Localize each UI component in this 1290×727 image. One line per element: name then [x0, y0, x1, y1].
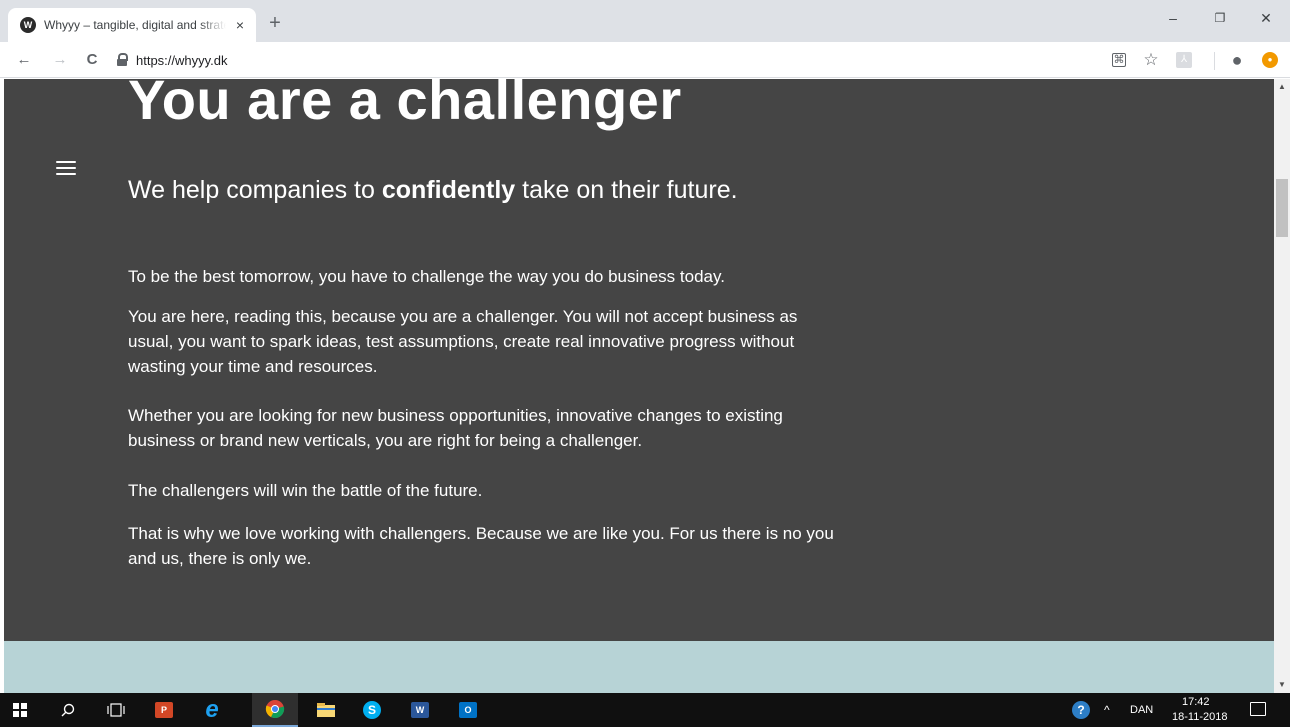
scroll-thumb[interactable]: [1276, 179, 1288, 237]
skype-icon: S: [363, 701, 381, 719]
input-language[interactable]: DAN: [1130, 704, 1153, 716]
address-bar[interactable]: https://whyyy.dk: [116, 48, 1086, 72]
word-icon: W: [411, 702, 429, 718]
window-close-button[interactable]: ✕: [1243, 8, 1289, 28]
page-viewport: You are a challenger We help companies t…: [0, 79, 1290, 693]
taskbar-chrome[interactable]: [252, 693, 298, 727]
windows-logo-icon: [13, 703, 27, 717]
outlook-icon: O: [459, 702, 477, 718]
lock-icon: [116, 53, 128, 67]
search-icon: [61, 703, 75, 717]
hamburger-menu-icon[interactable]: [56, 161, 76, 175]
new-tab-button[interactable]: +: [264, 12, 286, 34]
action-center-icon[interactable]: [1250, 702, 1266, 716]
profile-icon[interactable]: ●: [1228, 51, 1246, 69]
powerpoint-icon: P: [155, 702, 173, 718]
taskbar-word[interactable]: W: [400, 693, 440, 727]
taskbar-outlook[interactable]: O: [448, 693, 488, 727]
clock-date[interactable]: 18-11-2018: [1172, 711, 1227, 723]
subheadline-start: We help companies to: [128, 176, 382, 204]
windows-taskbar: P e S W O ? ^ DAN 17:42 18-11-2018: [0, 693, 1290, 727]
clock-time[interactable]: 17:42: [1182, 696, 1210, 708]
taskbar-file-explorer[interactable]: [306, 693, 346, 727]
chrome-icon: [265, 700, 285, 719]
scroll-up-arrow-icon[interactable]: ▲: [1274, 79, 1290, 95]
internet-explorer-icon: e: [205, 696, 219, 723]
help-tray-icon[interactable]: ?: [1072, 701, 1090, 719]
extension-icon[interactable]: ●: [1262, 52, 1278, 68]
url-text: https://whyyy.dk: [136, 52, 228, 68]
subheadline-end: take on their future.: [515, 176, 738, 204]
show-hidden-icons-chevron-icon[interactable]: ^: [1104, 703, 1110, 717]
back-button[interactable]: ←: [14, 50, 34, 70]
tab-title: Whyyy – tangible, digital and strategic: [44, 18, 226, 32]
taskbar-skype[interactable]: S: [352, 693, 392, 727]
toolbar-divider: [1214, 52, 1215, 70]
translate-icon[interactable]: ⌘: [1112, 53, 1126, 67]
browser-tab[interactable]: W Whyyy – tangible, digital and strategi…: [8, 8, 256, 42]
pdf-extension-icon[interactable]: ⅄: [1176, 52, 1192, 68]
page-subheadline: We help companies to confidently take on…: [128, 176, 738, 205]
search-button[interactable]: [48, 693, 88, 727]
taskbar-internet-explorer[interactable]: e: [192, 693, 232, 727]
maximize-button[interactable]: ❐: [1197, 8, 1243, 28]
tab-strip: W Whyyy – tangible, digital and strategi…: [0, 0, 1290, 42]
minimize-button[interactable]: –: [1150, 8, 1196, 28]
taskbar-powerpoint[interactable]: P: [144, 693, 184, 727]
intro-paragraph-5: That is why we love working with challen…: [128, 524, 834, 568]
tab-close-icon[interactable]: ×: [232, 17, 248, 33]
scroll-down-arrow-icon[interactable]: ▼: [1274, 677, 1290, 693]
intro-paragraph-1: To be the best tomorrow, you have to cha…: [128, 267, 725, 286]
site-favicon-icon: W: [20, 17, 36, 33]
browser-toolbar: ← → C https://whyyy.dk ⌘ ☆ ⅄ ● ●: [0, 42, 1290, 78]
intro-paragraph-4: The challengers will win the battle of t…: [128, 481, 483, 500]
start-button[interactable]: [0, 693, 40, 727]
folder-icon: [317, 703, 335, 717]
intro-paragraph-3: Whether you are looking for new business…: [128, 406, 783, 450]
forward-button[interactable]: →: [50, 50, 70, 70]
page-headline: You are a challenger: [128, 79, 682, 131]
subheadline-emphasis: confidently: [381, 176, 516, 204]
hero-section: You are a challenger We help companies t…: [4, 79, 1274, 641]
intro-paragraph-2: You are here, reading this, because you …: [128, 307, 798, 376]
bookmark-star-icon[interactable]: ☆: [1142, 51, 1160, 69]
next-section: [4, 641, 1274, 693]
task-view-button[interactable]: [96, 693, 136, 727]
page-scrollbar[interactable]: ▲ ▼: [1274, 79, 1290, 693]
reload-button[interactable]: C: [82, 50, 102, 70]
task-view-icon: [107, 703, 125, 717]
